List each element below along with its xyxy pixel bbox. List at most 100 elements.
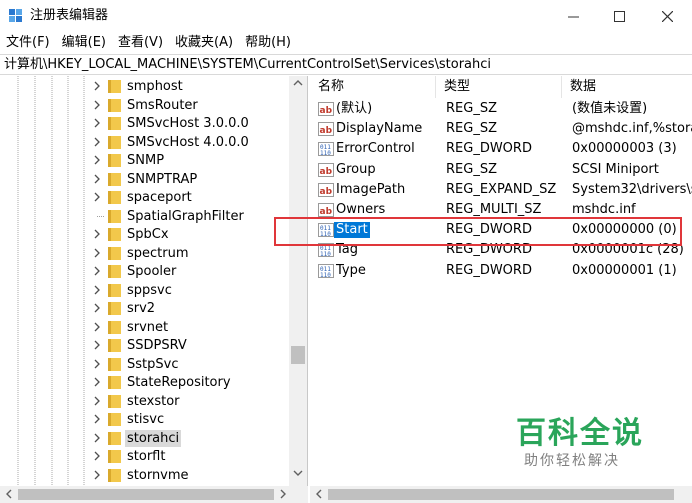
- chevron-right-icon[interactable]: [92, 395, 102, 407]
- tree-item[interactable]: SstpSvc: [0, 355, 290, 374]
- tree-vertical-scrollbar[interactable]: [289, 76, 307, 486]
- column-header-type[interactable]: 类型: [436, 76, 562, 98]
- tree-horizontal-scrollbar[interactable]: [0, 486, 308, 503]
- tree-item[interactable]: SMSvcHost 4.0.0.0: [0, 133, 290, 152]
- chevron-right-icon[interactable]: [92, 432, 102, 444]
- scroll-down-icon[interactable]: [293, 468, 303, 478]
- chevron-right-icon[interactable]: [92, 265, 102, 277]
- regedit-app-icon: [9, 9, 22, 22]
- value-row[interactable]: 011 110 Type REG_DWORD 0x00000001 (1): [310, 261, 692, 281]
- menu-help[interactable]: 帮助(H): [239, 33, 297, 53]
- tree-item-label: spectrum: [127, 245, 189, 261]
- value-type: REG_SZ: [446, 121, 497, 137]
- tree-item-label: srvnet: [127, 319, 169, 335]
- menu-favorites[interactable]: 收藏夹(A): [169, 33, 239, 53]
- chevron-right-icon[interactable]: [92, 376, 102, 388]
- binary-value-icon: 011110: [318, 263, 334, 279]
- menu-edit[interactable]: 编辑(E): [56, 33, 112, 53]
- value-row[interactable]: ab ImagePath REG_EXPAND_SZ System32\drivers…: [310, 180, 692, 200]
- value-row[interactable]: ab (默认) REG_SZ (数值未设置): [310, 99, 692, 119]
- tree-item[interactable]: srv2: [0, 299, 290, 318]
- chevron-right-icon[interactable]: [92, 80, 102, 92]
- chevron-right-icon[interactable]: [92, 469, 102, 481]
- tree-item[interactable]: SmsRouter: [0, 96, 290, 115]
- chevron-right-icon[interactable]: [92, 358, 102, 370]
- chevron-right-icon[interactable]: [92, 302, 102, 314]
- scroll-up-icon[interactable]: [293, 78, 303, 88]
- chevron-right-icon[interactable]: [92, 450, 102, 462]
- tree-item[interactable]: storflt: [0, 447, 290, 466]
- column-header-name[interactable]: 名称: [310, 76, 436, 98]
- chevron-right-icon[interactable]: [92, 247, 102, 259]
- folder-icon: [108, 431, 121, 445]
- tree-item[interactable]: stexstor: [0, 392, 290, 411]
- chevron-right-icon[interactable]: [92, 339, 102, 351]
- chevron-right-icon[interactable]: [92, 284, 102, 296]
- string-value-icon: ab: [318, 162, 334, 177]
- folder-icon: [108, 302, 121, 315]
- close-button[interactable]: [644, 0, 690, 32]
- column-header-data[interactable]: 数据: [562, 76, 692, 98]
- folder-icon: [108, 376, 121, 389]
- tree-item[interactable]: spaceport: [0, 188, 290, 207]
- chevron-right-icon[interactable]: [92, 154, 102, 166]
- tree-item[interactable]: SSDPSRV: [0, 336, 290, 355]
- tree-item[interactable]: StateRepository: [0, 373, 290, 392]
- menu-file[interactable]: 文件(F): [0, 33, 56, 53]
- chevron-right-icon[interactable]: [92, 191, 102, 203]
- string-value-icon: ab: [318, 182, 334, 197]
- value-row[interactable]: 011 110 ErrorControl REG_DWORD 0x00000003 (3…: [310, 139, 692, 159]
- chevron-right-icon[interactable]: [92, 173, 102, 185]
- tree-hscroll-thumb[interactable]: [18, 489, 274, 500]
- chevron-right-icon[interactable]: [92, 99, 102, 111]
- value-data: System32\drivers\s: [572, 181, 692, 197]
- chevron-right-icon[interactable]: [92, 228, 102, 240]
- tree-item[interactable]: srvnet: [0, 318, 290, 337]
- menu-view[interactable]: 查看(V): [112, 33, 169, 53]
- address-bar[interactable]: 计算机\HKEY_LOCAL_MACHINE\SYSTEM\CurrentCon…: [0, 54, 692, 75]
- tree-item[interactable]: SNMPTRAP: [0, 170, 290, 189]
- chevron-right-icon[interactable]: [92, 321, 102, 333]
- tree-item[interactable]: SMSvcHost 3.0.0.0: [0, 114, 290, 133]
- value-row[interactable]: ab DisplayName REG_SZ @mshdc.inf,%stora: [310, 119, 692, 139]
- folder-icon: [108, 339, 121, 352]
- tree-item-label: storahci: [125, 429, 182, 447]
- watermark: 百科全说 助你轻松解决: [512, 408, 662, 474]
- folder-icon: [108, 191, 121, 204]
- tree-item[interactable]: spectrum: [0, 244, 290, 263]
- scroll-left-icon[interactable]: [4, 489, 14, 499]
- address-path[interactable]: 计算机\HKEY_LOCAL_MACHINE\SYSTEM\CurrentCon…: [4, 57, 491, 73]
- folder-icon: [108, 246, 121, 260]
- chevron-right-icon[interactable]: [92, 136, 102, 148]
- scroll-left-icon[interactable]: [314, 489, 324, 499]
- tree-item[interactable]: stisvc: [0, 410, 290, 429]
- tree-item[interactable]: SpatialGraphFilter: [0, 207, 290, 226]
- values-hscroll-thumb[interactable]: [328, 489, 674, 500]
- tree-item-label: SmsRouter: [127, 97, 198, 113]
- key-tree-pane[interactable]: smphost SmsRouter SMSvcHost 3.0.0.0 SMSvcHo…: [0, 76, 308, 486]
- chevron-right-icon[interactable]: [92, 117, 102, 129]
- minimize-button[interactable]: [550, 0, 596, 32]
- tree-item[interactable]: storahci: [0, 429, 290, 448]
- folder-icon: [108, 154, 121, 167]
- chevron-right-icon[interactable]: [92, 413, 102, 425]
- value-row[interactable]: ab Group REG_SZ SCSI Miniport: [310, 160, 692, 180]
- tree-item-label: sppsvc: [127, 282, 172, 298]
- folder-icon: [108, 468, 121, 482]
- tree-connector-line: [97, 215, 104, 217]
- tree-item[interactable]: SNMP: [0, 151, 290, 170]
- tree-item[interactable]: sppsvc: [0, 281, 290, 300]
- scroll-right-icon[interactable]: [278, 489, 288, 499]
- folder-icon: [108, 320, 121, 334]
- tree-item[interactable]: stornvme: [0, 466, 290, 485]
- tree-item[interactable]: Spooler: [0, 262, 290, 281]
- tree-item-label: SpbCx: [127, 227, 169, 242]
- value-name: DisplayName: [336, 121, 423, 137]
- tree-vscroll-thumb[interactable]: [291, 346, 305, 364]
- tree-item[interactable]: smphost: [0, 77, 290, 96]
- folder-icon: [108, 80, 121, 93]
- folder-icon: [108, 228, 121, 241]
- values-horizontal-scrollbar[interactable]: [310, 486, 692, 503]
- maximize-button[interactable]: [596, 0, 642, 32]
- tree-item[interactable]: SpbCx: [0, 225, 290, 244]
